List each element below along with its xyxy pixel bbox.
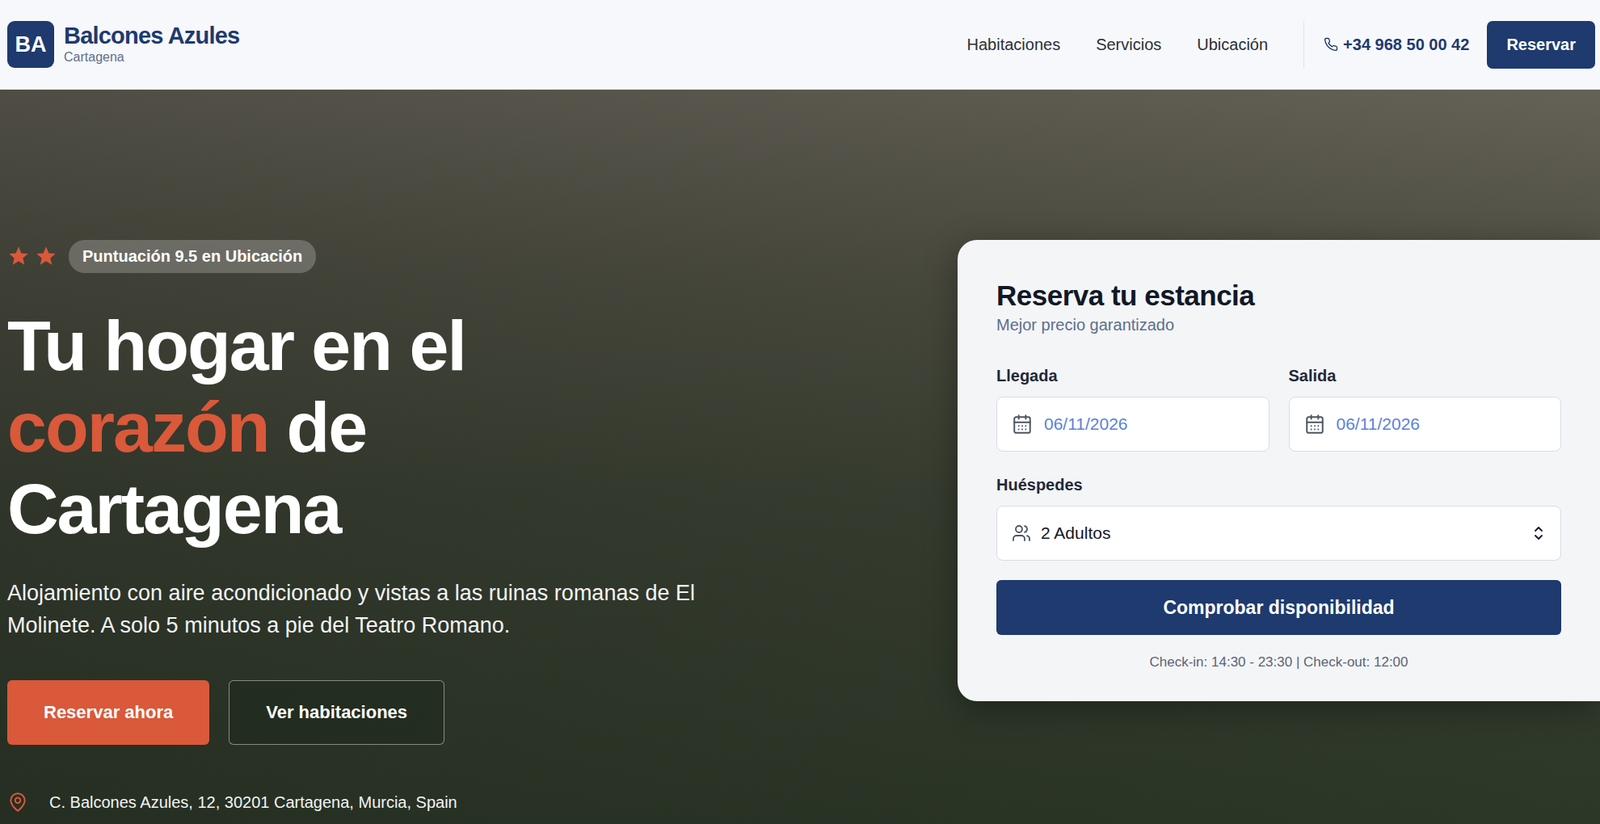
address-text: C. Balcones Azules, 12, 30201 Cartagena,… (49, 791, 458, 813)
guests-field: Huéspedes 2 Adultos (996, 475, 1562, 561)
hero-subtitle: Alojamiento con aire acondicionado y vis… (7, 576, 767, 642)
nav-link[interactable]: Servicios (1095, 35, 1162, 55)
nav-link[interactable]: Ubicación (1196, 35, 1268, 55)
nav-separator (1303, 21, 1305, 68)
booking-title: Reserva tu estancia (996, 278, 1562, 313)
hero-buttons: Reservar ahora Ver habitaciones (7, 680, 938, 746)
headline-line: Tu hogar en el (7, 304, 938, 387)
view-rooms-button[interactable]: Ver habitaciones (228, 680, 445, 746)
headline: Tu hogar en elcorazóndeCartagena (7, 304, 938, 550)
calendar-icon (1011, 413, 1033, 435)
headline-line: corazónde (7, 386, 938, 468)
star-rating (7, 244, 58, 268)
headline-text: de (286, 386, 367, 468)
field-label: Salida (1288, 366, 1563, 386)
rating: Puntuación 9.5 en Ubicación (7, 240, 938, 273)
guests-select[interactable]: 2 Adultos (996, 505, 1562, 561)
check-availability-button[interactable]: Comprobar disponibilidad (996, 580, 1562, 636)
date-value[interactable]: 06/11/2026 (1044, 414, 1129, 434)
address: C. Balcones Azules, 12, 30201 Cartagena,… (7, 791, 938, 813)
rating-badge: Puntuación 9.5 en Ubicación (68, 240, 316, 274)
date-field: Salida 06/11/2026 (1288, 366, 1563, 452)
select-value: 2 Adultos (1011, 523, 1111, 544)
headline-text: Tu hogar en el (7, 304, 466, 387)
phone-number[interactable]: +34 968 50 00 42 (1343, 35, 1470, 55)
main-nav: Habitaciones Servicios Ubicación (967, 35, 1305, 55)
star-icon (7, 244, 30, 268)
headline-text: corazón (7, 386, 269, 468)
reserve-button[interactable]: Reservar (1486, 21, 1596, 69)
star-icon (34, 244, 58, 268)
phone-icon (1323, 37, 1339, 52)
phone-link[interactable]: +34 968 50 00 42 (1304, 35, 1487, 55)
booking-card: Reserva tu estanciaMejor precio garantiz… (957, 240, 1600, 702)
hero-content: Puntuación 9.5 en Ubicación Tu hogar en e… (0, 89, 938, 813)
logo[interactable]: BA (7, 21, 55, 68)
brand-name[interactable]: Balcones Azules (63, 23, 240, 50)
brand-city: Cartagena (63, 49, 240, 65)
headline-text: Cartagena (7, 467, 341, 550)
date-input[interactable]: 06/11/2026 (996, 396, 1270, 452)
brand[interactable]: BABalcones AzulesCartagena (7, 21, 240, 68)
chevron-up-down-icon (1531, 524, 1546, 543)
headline-line: Cartagena (7, 467, 938, 550)
brand-text: Balcones AzulesCartagena (63, 23, 240, 65)
date-value[interactable]: 06/11/2026 (1336, 414, 1421, 434)
site-header: BABalcones AzulesCartagenaHabitacionesSe… (0, 0, 1600, 90)
users-icon (1011, 523, 1032, 544)
date-fields: Llegada 06/11/2026 Salida 06/11/2026 (996, 366, 1562, 452)
calendar-icon (1304, 413, 1326, 435)
reserve-now-button[interactable]: Reservar ahora (7, 680, 210, 746)
hero: Puntuación 9.5 en Ubicación Tu hogar en e… (0, 89, 1600, 824)
booking-subtitle: Mejor precio garantizado (996, 315, 1562, 335)
guests-value[interactable]: 2 Adultos (1040, 523, 1111, 544)
field-label: Llegada (996, 366, 1270, 386)
field-label: Huéspedes (996, 475, 1562, 495)
date-field: Llegada 06/11/2026 (996, 366, 1270, 452)
date-input[interactable]: 06/11/2026 (1288, 396, 1563, 452)
checkin-note: Check-in: 14:30 - 23:30 | Check-out: 12:… (996, 654, 1562, 671)
map-pin-icon (7, 791, 29, 813)
nav-link[interactable]: Habitaciones (967, 35, 1062, 55)
nav-wrap: Habitaciones Servicios Ubicación +34 968 50… (967, 21, 1596, 69)
